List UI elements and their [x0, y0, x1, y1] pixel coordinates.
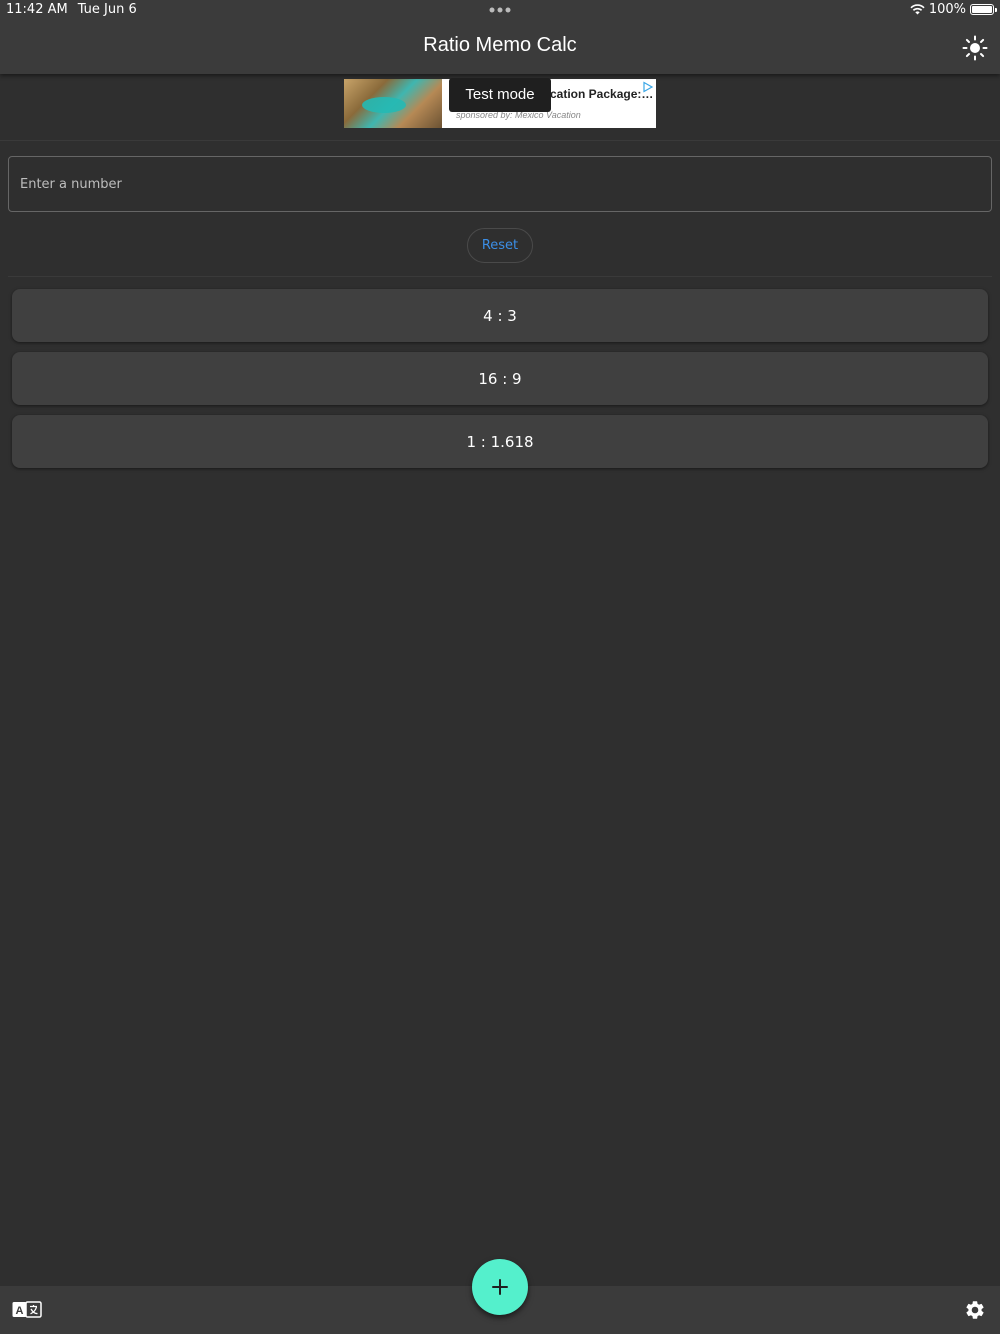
ad-image[interactable]	[344, 79, 442, 128]
divider	[0, 140, 1000, 141]
multitasking-dots-icon[interactable]	[489, 7, 511, 13]
status-bar: 11:42 AM Tue Jun 6 100%	[0, 0, 1000, 20]
status-indicators: 100%	[910, 2, 997, 17]
ratio-item[interactable]: 16 : 9	[12, 352, 988, 405]
ratio-item[interactable]: 4 : 3	[12, 289, 988, 342]
top-bar: 11:42 AM Tue Jun 6 100% Ratio Memo Calc	[0, 0, 1000, 74]
translate-icon[interactable]: A	[12, 1300, 42, 1320]
ad-choices-icon[interactable]	[642, 81, 654, 93]
number-input[interactable]	[8, 156, 992, 212]
ratio-item[interactable]: 1 : 1.618	[12, 415, 988, 468]
test-mode-badge: Test mode	[449, 78, 551, 112]
reset-button[interactable]: Reset	[467, 228, 533, 263]
plus-icon	[492, 1279, 508, 1295]
sun-icon[interactable]	[962, 35, 988, 61]
battery-icon	[970, 4, 997, 15]
status-date: Tue Jun 6	[77, 2, 137, 17]
ad-headline[interactable]: cation Package:…	[550, 87, 653, 101]
status-time-date: 11:42 AM Tue Jun 6	[6, 2, 137, 17]
gear-icon[interactable]	[964, 1299, 986, 1321]
divider	[8, 276, 992, 277]
svg-text:A: A	[16, 1305, 24, 1317]
battery-percent: 100%	[928, 2, 966, 17]
status-time: 11:42 AM	[6, 2, 68, 17]
page-title: Ratio Memo Calc	[423, 34, 577, 56]
add-ratio-button[interactable]	[472, 1259, 528, 1315]
ratio-list: 4 : 3 16 : 9 1 : 1.618	[12, 289, 988, 478]
wifi-icon	[910, 4, 925, 15]
